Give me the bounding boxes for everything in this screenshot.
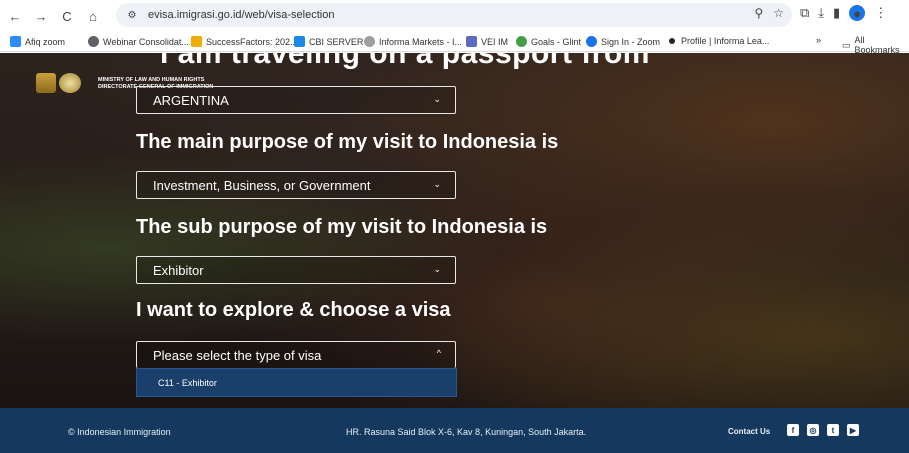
sub-purpose-select[interactable]: Exhibitor ⌄ (136, 256, 456, 284)
sub-purpose-heading: The sub purpose of my visit to Indonesia… (136, 216, 548, 238)
visa-option-c11-exhibitor[interactable]: C11 - Exhibitor (136, 368, 457, 397)
purpose-select-value: Investment, Business, or Government (153, 177, 371, 193)
sub-purpose-select-value: Exhibitor (153, 262, 204, 278)
visa-type-select[interactable]: Please select the type of visa ^ (136, 341, 456, 368)
passport-heading: I am traveling on a passport from (160, 53, 650, 70)
forward-icon[interactable]: → (30, 5, 52, 27)
reload-icon[interactable]: C (56, 5, 78, 27)
bookmark-item[interactable]: Goals - Glint (516, 36, 581, 47)
all-bookmarks-button[interactable]: ▭ All Bookmarks (842, 35, 909, 55)
bookmark-favicon-icon (191, 36, 202, 47)
facebook-icon[interactable]: f (787, 424, 799, 436)
zoom-icon[interactable]: ⚲ (754, 6, 763, 20)
address-bar[interactable]: ⚙ evisa.imigrasi.go.id/web/visa-selectio… (116, 3, 792, 27)
back-icon[interactable]: ← (4, 5, 26, 27)
site-footer: © Indonesian Immigration HR. Rasuna Said… (0, 408, 909, 453)
chevron-up-icon: ^ (436, 348, 441, 358)
passport-select-value: ARGENTINA (153, 92, 229, 108)
immigration-emblem-icon (59, 73, 81, 93)
bookmark-favicon-icon (586, 36, 597, 47)
social-links: f ◎ t ▶ (787, 424, 859, 436)
visa-type-placeholder: Please select the type of visa (153, 347, 322, 363)
chevron-down-icon: ⌄ (433, 94, 441, 104)
home-icon[interactable]: ⌂ (82, 5, 104, 27)
bookmark-favicon-icon (88, 36, 99, 47)
bookmark-star-icon[interactable]: ☆ (773, 6, 784, 20)
purpose-select[interactable]: Investment, Business, or Government ⌄ (136, 171, 456, 199)
contact-us-link[interactable]: Contact Us (728, 427, 770, 436)
twitter-icon[interactable]: t (827, 424, 839, 436)
bookmark-item[interactable]: VEI IM (466, 36, 508, 47)
purpose-heading: The main purpose of my visit to Indonesi… (136, 131, 559, 153)
bookmark-favicon-icon (466, 36, 477, 47)
bookmark-item[interactable]: Webinar Consolidat... (88, 36, 189, 47)
instagram-icon[interactable]: ◎ (807, 424, 819, 436)
bookmark-item[interactable]: Profile | Informa Lea... (666, 36, 769, 46)
passport-select[interactable]: ARGENTINA ⌄ (136, 86, 456, 114)
bookmark-favicon-icon (669, 38, 675, 44)
bookmark-favicon-icon (364, 36, 375, 47)
bookmark-item[interactable]: SuccessFactors: 202... (191, 36, 298, 47)
bookmark-item[interactable]: Sign In - Zoom (586, 36, 660, 47)
chevron-down-icon: ⌄ (433, 264, 441, 274)
bookmark-item[interactable]: CBI SERVER (294, 36, 363, 47)
youtube-icon[interactable]: ▶ (847, 424, 859, 436)
extensions-icon[interactable]: ⧉ (800, 5, 809, 21)
bookmark-item[interactable]: Afiq zoom (10, 36, 65, 47)
garuda-emblem-icon (36, 73, 56, 93)
bookmark-favicon-icon (516, 36, 527, 47)
bookmark-favicon-icon (10, 36, 21, 47)
browser-toolbar: ← → C ⌂ ⚙ evisa.imigrasi.go.id/web/visa-… (0, 0, 909, 32)
download-icon[interactable]: ⤓ (818, 5, 824, 21)
profile-avatar[interactable]: ● (849, 5, 866, 21)
footer-copyright: © Indonesian Immigration (68, 427, 171, 437)
bookmarks-bar: Afiq zoom Webinar Consolidat... SuccessF… (0, 32, 909, 55)
immigration-logo[interactable] (36, 73, 92, 93)
menu-icon[interactable]: ⋮ (874, 5, 887, 21)
visa-selection-page: I am traveling on a passport from MINIST… (0, 53, 909, 408)
site-settings-icon[interactable]: ⚙ (124, 7, 140, 23)
visa-heading: I want to explore & choose a visa (136, 299, 451, 321)
bookmark-favicon-icon (294, 36, 305, 47)
chevron-down-icon: ⌄ (433, 179, 441, 189)
folder-icon: ▭ (842, 39, 851, 50)
bookmarks-overflow-button[interactable]: » (816, 35, 821, 45)
bookmark-item[interactable]: Informa Markets - I... (364, 36, 462, 47)
visa-option-label: C11 - Exhibitor (158, 377, 217, 388)
footer-address: HR. Rasuna Said Blok X-6, Kav 8, Kuninga… (346, 427, 587, 437)
url-text[interactable]: evisa.imigrasi.go.id/web/visa-selection (148, 9, 334, 21)
side-panel-icon[interactable]: ▮ (833, 5, 840, 21)
